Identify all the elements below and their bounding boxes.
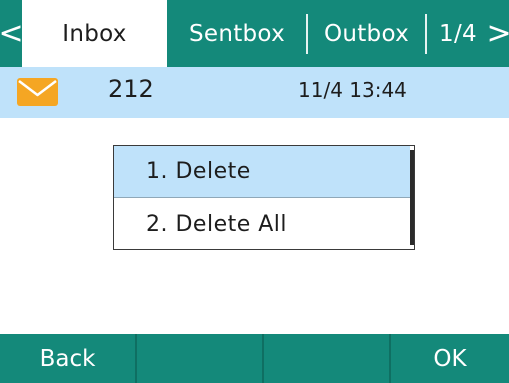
softkey-bar: Back OK	[0, 334, 509, 383]
tab-bar: < Inbox Sentbox Outbox 1/4 >	[0, 0, 509, 67]
softkey-3[interactable]	[264, 334, 389, 383]
envelope-icon	[17, 78, 58, 106]
page-indicator: 1/4	[439, 20, 477, 47]
back-button[interactable]: Back	[0, 334, 135, 383]
message-time: 11/4 13:44	[298, 78, 407, 102]
menu-item-delete[interactable]: 1. Delete	[114, 146, 410, 198]
tab-sentbox[interactable]: Sentbox	[167, 0, 307, 67]
options-menu: 1. Delete 2. Delete All	[113, 145, 415, 250]
menu-scrollbar[interactable]	[410, 150, 414, 245]
tab-outbox[interactable]: Outbox	[308, 0, 425, 67]
ok-button[interactable]: OK	[391, 334, 509, 383]
menu-item-delete-all[interactable]: 2. Delete All	[114, 198, 410, 250]
softkey-2[interactable]	[137, 334, 262, 383]
message-row[interactable]: 212 11/4 13:44	[0, 67, 509, 118]
chevron-left-icon[interactable]: <	[0, 0, 24, 67]
chevron-right-icon[interactable]: >	[486, 0, 509, 67]
message-sender: 212	[108, 75, 154, 103]
tab-inbox[interactable]: Inbox	[22, 0, 167, 67]
